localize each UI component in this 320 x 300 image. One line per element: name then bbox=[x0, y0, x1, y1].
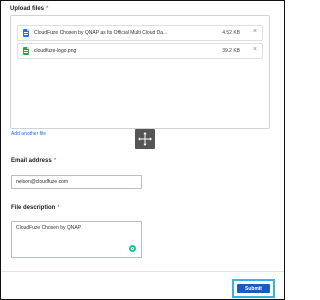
file-name: cloudfuze-logo.png bbox=[34, 47, 77, 54]
footer-divider bbox=[2, 271, 284, 272]
submit-highlight: Submit bbox=[232, 279, 275, 298]
image-file-icon bbox=[23, 47, 29, 55]
doc-file-icon bbox=[23, 29, 29, 37]
remove-file-icon[interactable]: × bbox=[253, 28, 257, 36]
required-mark: * bbox=[53, 158, 57, 164]
remove-file-icon[interactable]: × bbox=[253, 46, 257, 54]
email-label-text: Email address bbox=[11, 158, 52, 164]
file-size: 39.2 KB bbox=[222, 47, 240, 54]
upload-form-window: Upload files * CloudFuze Chosen by QNAP a… bbox=[0, 0, 285, 300]
file-row: cloudfuze-logo.png 39.2 KB × bbox=[17, 43, 263, 59]
move-handle[interactable] bbox=[135, 129, 155, 149]
file-name: CloudFuze Chosen by QNAP as Its Official… bbox=[34, 29, 168, 36]
file-description-label-text: File description bbox=[11, 205, 56, 211]
upload-files-label: Upload files * bbox=[10, 6, 48, 12]
upload-files-label-text: Upload files bbox=[10, 6, 45, 12]
file-row: CloudFuze Chosen by QNAP as Its Official… bbox=[17, 25, 263, 41]
required-mark: * bbox=[57, 205, 60, 211]
upload-dropzone[interactable]: CloudFuze Chosen by QNAP as Its Official… bbox=[10, 15, 270, 129]
move-arrows-icon bbox=[138, 132, 152, 146]
required-mark: * bbox=[46, 6, 49, 12]
email-field[interactable]: nelson@cloudfuze.com bbox=[11, 175, 142, 189]
file-description-value: CloudFuze Chosen by QNAP bbox=[16, 225, 82, 231]
email-value: nelson@cloudfuze.com bbox=[16, 179, 69, 185]
file-size: 4.52 KB bbox=[222, 29, 240, 36]
file-description-textarea[interactable]: CloudFuze Chosen by QNAP bbox=[11, 221, 142, 258]
submit-button[interactable]: Submit bbox=[237, 284, 270, 293]
email-label: Email address * bbox=[11, 158, 56, 164]
file-description-label: File description * bbox=[11, 205, 60, 211]
grammar-assistant-icon[interactable] bbox=[129, 245, 136, 252]
add-another-file-link[interactable]: Add another file bbox=[11, 131, 46, 137]
